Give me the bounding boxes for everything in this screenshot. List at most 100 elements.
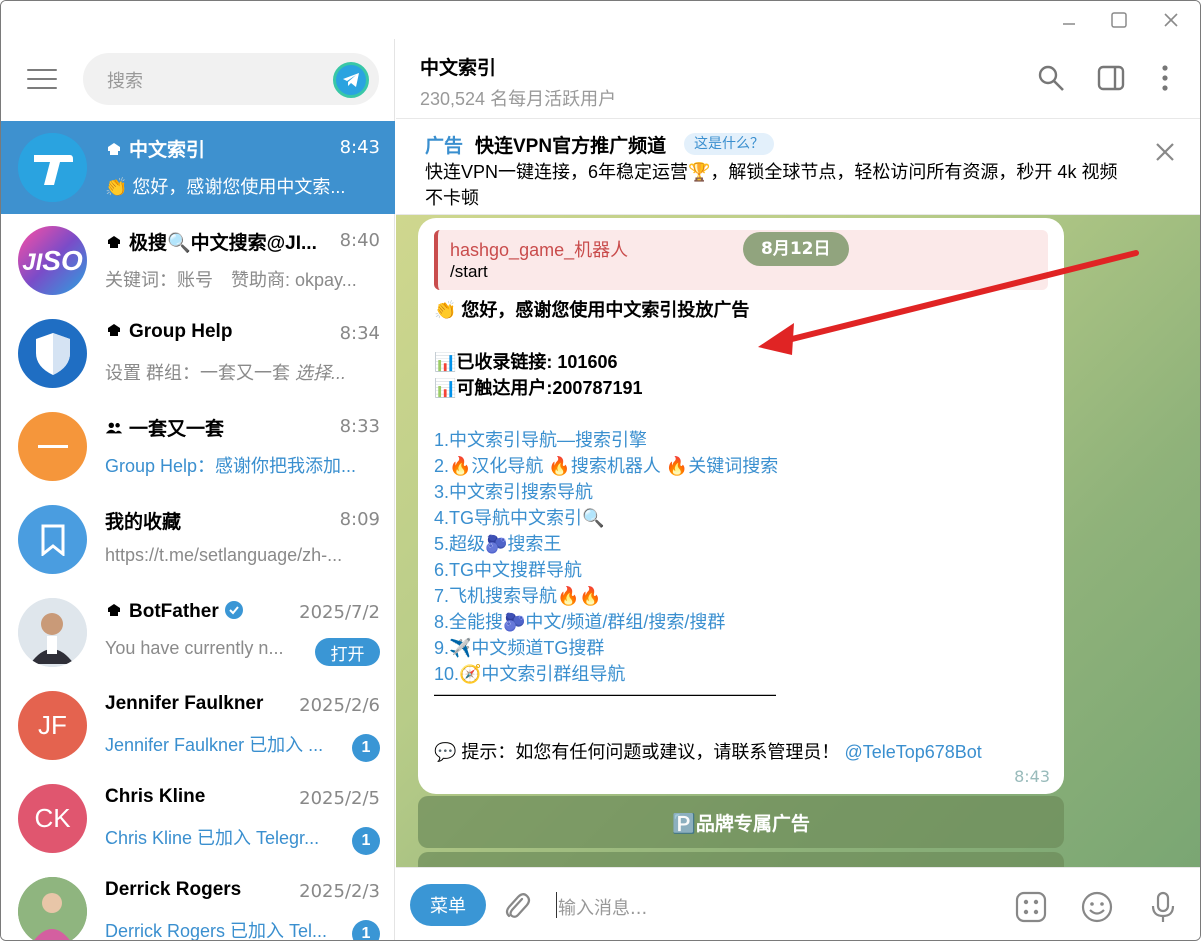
message-time: 8:43 [1014, 767, 1050, 786]
inline-button-brand-ad[interactable]: 🅿️品牌专属广告 [418, 796, 1064, 848]
chat-item-jennifer-faulkner[interactable]: JF Jennifer Faulkner 2025/2/6 Jennifer F… [1, 679, 395, 772]
inline-button-2[interactable]: 📢... [418, 852, 1064, 867]
nav-link-1[interactable]: 1.中文索引导航—搜索引擎 [434, 426, 647, 452]
chat-name: 我的收藏 [105, 512, 182, 533]
chat-preview: https://t.me/setlanguage/zh-... [105, 545, 343, 565]
chat-item-botfather[interactable]: BotFather 2025/7/2 You have currently n.… [1, 586, 395, 679]
chat-time: 2025/2/3 [299, 881, 380, 902]
chat-time: 2025/7/2 [299, 602, 380, 623]
maximize-icon[interactable] [1106, 7, 1132, 33]
chat-preview: 👏 您好，感谢您使用中文索... [105, 177, 346, 197]
tip-line: 💬 提示：如您有任何问题或建议，请联系管理员！ @TeleTop678Bot [434, 738, 982, 764]
chat-time: 8:34 [339, 323, 380, 344]
chat-preview: 关键词：账号 赞助商: okpay... [105, 270, 357, 290]
sidebar-toggle-icon[interactable] [1096, 63, 1126, 93]
nav-link-10[interactable]: 10.🧭中文索引群组导航 [434, 660, 625, 686]
nav-link-2[interactable]: 2.🔥汉化导航 🔥搜索机器人 🔥关键词搜索 [434, 452, 778, 478]
chat-subtitle: 230,524 名每月活跃用户 [420, 89, 617, 109]
verified-icon [225, 601, 244, 619]
open-bot-button[interactable]: 打开 [315, 638, 380, 666]
chat-name: 中文索引 [105, 135, 335, 162]
message-area[interactable]: hashgo_game_机器人 /start 👏 您好，感谢您使用中文索引投放广… [396, 215, 1200, 867]
bot-icon [108, 324, 120, 336]
search-icon[interactable] [1036, 63, 1066, 93]
chat-item-zhongwen-suoyin[interactable]: 中文索引 8:43 👏 您好，感谢您使用中文索... [1, 121, 395, 214]
avatar [18, 877, 87, 940]
microphone-icon[interactable] [1146, 890, 1180, 924]
close-ad-icon[interactable] [1154, 141, 1176, 163]
reply-text: /start [450, 262, 488, 281]
bot-commands-icon[interactable] [1014, 890, 1048, 924]
stat-users: 📊可触达用户:200787191 [434, 378, 643, 398]
telegram-logo-icon[interactable] [333, 62, 369, 98]
stat-links: 📊已收录链接: 101606 [434, 352, 618, 372]
divider-text: ——————————————————— [434, 684, 776, 704]
channel-icon [108, 236, 120, 248]
nav-link-7[interactable]: 7.飞机搜索导航🔥🔥 [434, 582, 602, 608]
chat-header[interactable]: 中文索引 230,524 名每月活跃用户 [396, 39, 1200, 119]
nav-link-9[interactable]: 9.✈️中文频道TG搜群 [434, 634, 604, 660]
search-input[interactable]: 搜索 [83, 53, 379, 105]
telegram-window: 搜索 中文索引 8:43 👏 您好，感谢您使用中文索... JISO 极搜🔍中文… [0, 0, 1201, 941]
nav-link-3[interactable]: 3.中文索引搜索导航 [434, 478, 593, 504]
avatar: JF [18, 691, 87, 760]
chat-title: 中文索引 [420, 58, 497, 79]
bot-menu-button[interactable]: 菜单 [410, 884, 486, 926]
avatar [18, 412, 87, 481]
chat-preview: Group Help：感谢你把我添加... [105, 456, 357, 476]
text-caret [556, 892, 557, 918]
greeting-text: 👏 您好，感谢您使用中文索引投放广告 [434, 300, 750, 320]
sponsored-ad-banner[interactable]: 广告 快连VPN官方推广频道 这是什么？ 快连VPN一键连接，6年稳定运营🏆，解… [396, 119, 1200, 215]
minimize-icon[interactable] [1056, 7, 1082, 33]
sidebar-header: 搜索 [1, 39, 395, 121]
chat-item-yitao[interactable]: 一套又一套 8:33 Group Help：感谢你把我添加... [1, 400, 395, 493]
chat-preview: 设置 群组：一套又一套 选择... [105, 363, 347, 383]
hamburger-menu-icon[interactable] [27, 69, 57, 91]
chat-item-jisou[interactable]: JISO 极搜🔍中文搜索@JI... 8:40 关键词：账号 赞助商: okpa… [1, 214, 395, 307]
avatar [18, 505, 87, 574]
unread-badge: 1 [352, 827, 380, 855]
tip-text: 💬 提示：如您有任何问题或建议，请联系管理员！ [434, 742, 840, 762]
avatar [18, 319, 87, 388]
sidebar: 搜索 中文索引 8:43 👏 您好，感谢您使用中文索... JISO 极搜🔍中文… [1, 39, 395, 940]
close-icon[interactable] [1158, 7, 1184, 33]
admin-mention-link[interactable]: @TeleTop678Bot [844, 742, 981, 762]
nav-link-6[interactable]: 6.TG中文搜群导航 [434, 556, 582, 582]
nav-link-5[interactable]: 5.超级🫐搜索王 [434, 530, 561, 556]
chat-item-derrick-rogers[interactable]: Derrick Rogers 2025/2/3 Derrick Rogers 已… [1, 865, 395, 940]
more-options-icon[interactable] [1150, 63, 1180, 93]
ad-text: 快连VPN一键连接，6年稳定运营🏆，解锁全球节点，轻松访问所有资源，秒开 4k … [425, 162, 1118, 208]
nav-link-8[interactable]: 8.全能搜🫐中文/频道/群组/搜索/搜群 [434, 608, 725, 634]
chat-time: 2025/2/6 [299, 695, 380, 716]
reply-author: hashgo_game_机器人 [450, 240, 629, 260]
chat-name: 一套又一套 [105, 414, 335, 441]
attach-icon[interactable] [500, 890, 534, 924]
chat-time: 8:40 [339, 230, 380, 251]
chat-list: 中文索引 8:43 👏 您好，感谢您使用中文索... JISO 极搜🔍中文搜索@… [1, 121, 395, 940]
ad-label: 广告 [425, 136, 464, 157]
message-composer: 菜单 输入消息... [396, 867, 1200, 940]
unread-badge: 1 [352, 734, 380, 762]
chat-time: 2025/2/5 [299, 788, 380, 809]
chat-item-chris-kline[interactable]: CK Chris Kline 2025/2/5 Chris Kline 已加入 … [1, 772, 395, 865]
ad-info-button[interactable]: 这是什么？ [684, 133, 774, 155]
chat-preview: Chris Kline 已加入 Telegr... [105, 828, 320, 848]
unread-badge: 1 [352, 920, 380, 940]
chat-preview: Jennifer Faulkner 已加入 ... [105, 735, 324, 755]
chat-preview: You have currently n... [105, 638, 284, 658]
avatar: CK [18, 784, 87, 853]
group-icon [105, 422, 123, 434]
nav-link-4[interactable]: 4.TG导航中文索引🔍 [434, 504, 604, 530]
avatar [18, 133, 87, 202]
chat-item-saved-messages[interactable]: 我的收藏 8:09 https://t.me/setlanguage/zh-..… [1, 493, 395, 586]
emoji-icon[interactable] [1080, 890, 1114, 924]
chat-time: 8:43 [339, 137, 380, 158]
search-placeholder: 搜索 [107, 71, 143, 92]
chat-panel: 中文索引 230,524 名每月活跃用户 广告 快连VPN官方推广频道 这是什么… [396, 39, 1200, 940]
avatar: JISO [18, 226, 87, 295]
message-input[interactable]: 输入消息... [558, 894, 647, 920]
avatar [18, 598, 87, 667]
chat-item-group-help[interactable]: Group Help 8:34 设置 群组：一套又一套 选择... [1, 307, 395, 400]
annotation-arrow-icon [758, 250, 1139, 355]
title-bar [1, 1, 1200, 39]
